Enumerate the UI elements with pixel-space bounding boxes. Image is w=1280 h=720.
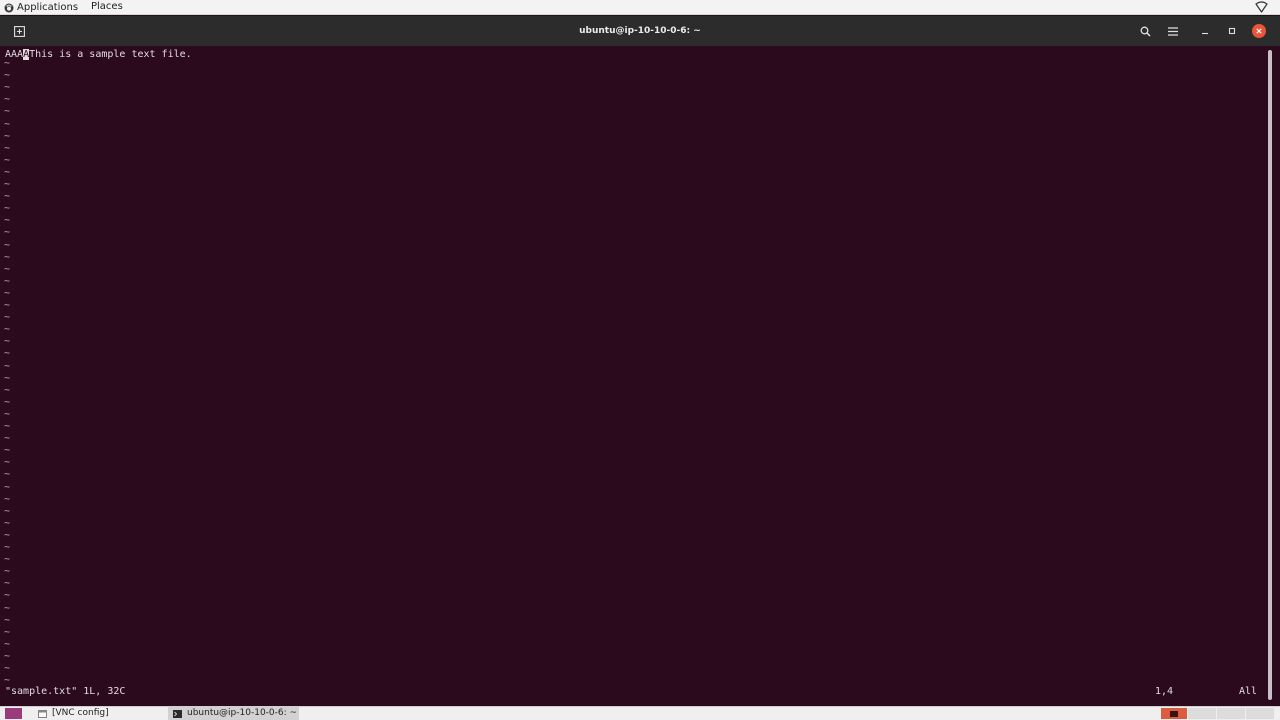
empty-line-tilde: ~ [4,70,11,82]
window-icon [38,709,47,718]
search-button[interactable] [1137,23,1153,39]
vim-cursor-position: 1,4 [1155,686,1174,697]
empty-line-tilde: ~ [4,106,11,118]
empty-line-tilde: ~ [4,408,11,420]
search-icon [1140,26,1151,37]
empty-line-tilde: ~ [4,215,11,227]
empty-line-tilde: ~ [4,94,11,106]
empty-line-tilde: ~ [4,239,11,251]
empty-line-tilde: ~ [4,626,11,638]
maximize-icon [1228,27,1236,35]
bottom-taskbar: [VNC config] ubuntu@ip-10-10-0-6: ~ [0,706,1280,720]
empty-line-tilde: ~ [4,590,11,602]
empty-line-tilde: ~ [4,578,11,590]
taskbar-item-terminal[interactable]: ubuntu@ip-10-10-0-6: ~ [168,707,299,720]
wifi-icon[interactable] [1255,1,1268,13]
empty-line-tilde: ~ [4,663,11,674]
empty-line-tilde: ~ [4,154,11,166]
hamburger-menu-button[interactable] [1165,23,1181,39]
new-tab-icon [13,25,25,37]
empty-line-tilde: ~ [4,542,11,553]
hamburger-menu-icon [1168,26,1178,36]
empty-line-tilde: ~ [4,384,11,396]
empty-line-tilde: ~ [4,481,11,493]
empty-line-tilde: ~ [4,336,11,348]
empty-line-tilde: ~ [4,529,11,541]
empty-line-tilde: ~ [4,312,11,324]
workspace-switcher-2[interactable] [1188,708,1216,719]
empty-line-tilde: ~ [4,566,11,578]
top-panel: Applications Places [0,0,1280,15]
empty-line-tilde: ~ [4,445,11,457]
terminal-scrollbar[interactable] [1268,50,1272,700]
empty-line-tilde: ~ [4,287,11,299]
empty-line-tilde: ~ [4,614,11,626]
empty-line-tilde: ~ [4,251,11,263]
terminal-body[interactable]: AAAAThis is a sample text file. ~ ~ ~ ~ ~ ~ ~ ~… [0,46,1280,706]
empty-line-tilde: ~ [4,263,11,275]
empty-line-tilde: ~ [4,505,11,517]
empty-line-tilde: ~ [4,396,11,408]
workspace-switcher-4[interactable] [1246,708,1274,719]
empty-line-tilde: ~ [4,433,11,445]
empty-line-tilde: ~ [4,275,11,287]
taskbar-item-label: ubuntu@ip-10-10-0-6: ~ [187,708,298,718]
close-icon [1256,28,1262,34]
empty-line-tilde: ~ [4,142,11,154]
places-menu[interactable]: Places [91,0,123,15]
terminal-icon [173,709,182,718]
terminal-titlebar[interactable]: ubuntu@ip-10-10-0-6: ~ [0,16,1280,46]
vim-buffer-line[interactable]: AAAAThis is a sample text file. [5,49,192,61]
empty-line-tilde: ~ [4,602,11,614]
workspace-switcher-1[interactable] [1161,708,1187,719]
new-tab-button[interactable] [11,23,27,39]
empty-line-tilde: ~ [4,421,11,432]
vim-file-info: "sample.txt" 1L, 32C [5,686,126,697]
minimize-icon [1202,32,1208,35]
empty-line-tilde: ~ [4,517,11,529]
empty-line-tilde: ~ [4,360,11,372]
applications-label: Applications [17,1,79,13]
vim-scroll-percent: All [1239,686,1258,697]
empty-line-tilde: ~ [4,191,11,203]
empty-line-tilde: ~ [4,348,11,360]
empty-line-tilde: ~ [4,203,11,215]
empty-line-tilde: ~ [4,554,11,566]
minimize-button[interactable] [1197,23,1213,39]
empty-line-tilde: ~ [4,300,11,311]
empty-line-tilde: ~ [4,457,11,469]
empty-line-tilde: ~ [4,638,11,650]
taskbar-item-label: [VNC config] [52,708,109,718]
empty-line-tilde: ~ [4,166,11,178]
show-desktop-button[interactable] [5,708,22,719]
workspace-switcher-3[interactable] [1217,708,1245,719]
empty-line-tilde: ~ [4,179,11,190]
window-title: ubuntu@ip-10-10-0-6: ~ [579,26,701,36]
taskbar-item-vnc-config[interactable]: [VNC config] [33,707,165,720]
empty-line-tilde: ~ [4,118,11,130]
close-button[interactable] [1251,23,1267,39]
places-label: Places [91,1,123,12]
empty-line-tilde: ~ [4,58,11,69]
applications-menu[interactable]: Applications [4,0,78,15]
maximize-button[interactable] [1224,23,1240,39]
empty-line-tilde: ~ [4,324,11,336]
empty-line-tilde: ~ [4,130,11,142]
gnome-foot-icon [4,3,14,12]
empty-line-tilde: ~ [4,372,11,384]
empty-line-tilde: ~ [4,469,11,481]
empty-line-tilde: ~ [4,493,11,505]
line-text: This is a sample text file. [29,49,192,60]
empty-line-tilde: ~ [4,82,11,94]
empty-line-tilde: ~ [4,650,11,662]
empty-line-tilde: ~ [4,227,11,239]
